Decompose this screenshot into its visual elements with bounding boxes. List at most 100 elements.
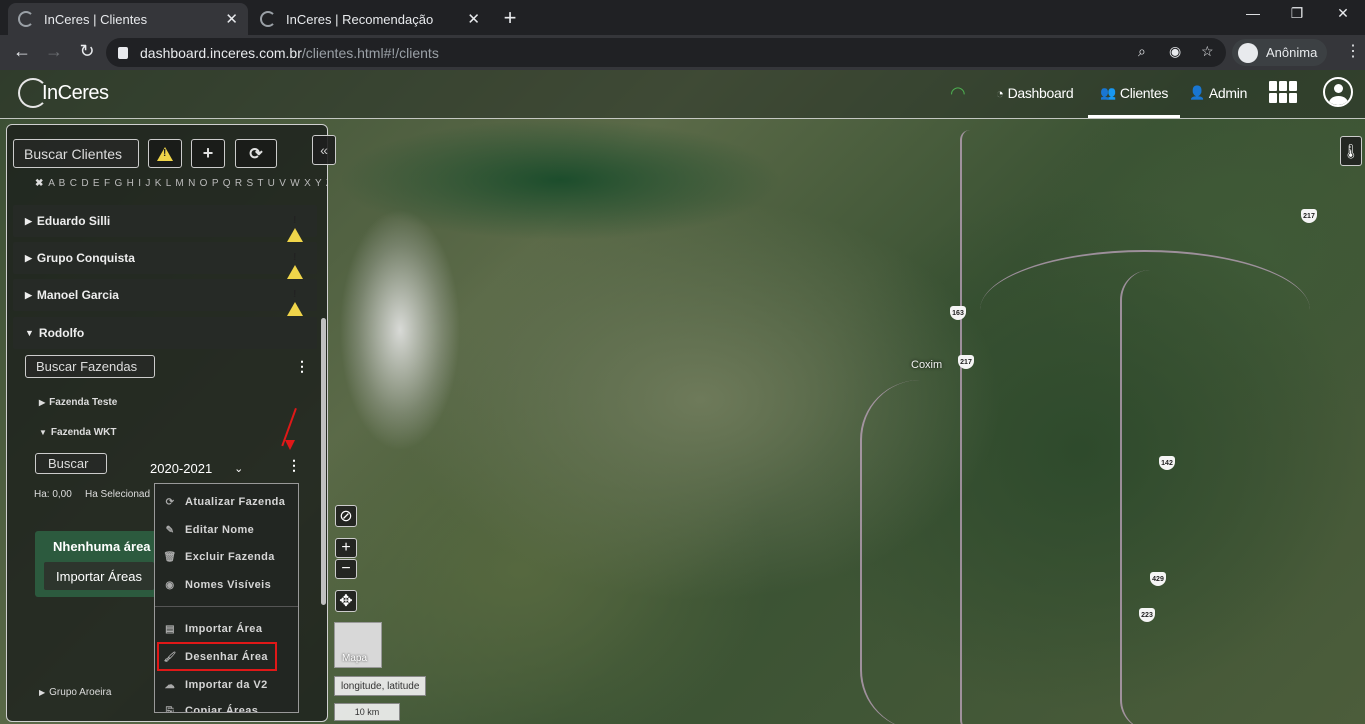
nav-clientes-label: Clientes [1119,85,1169,101]
logo-text: InCeres [42,81,109,104]
browser-tab-recomendacao[interactable]: InCeres | Recomendação ✕ [250,3,490,35]
warning-filter-button[interactable] [148,139,182,168]
eye-off-icon[interactable]: ◉ [1169,43,1181,60]
alphabet-filter[interactable]: ✖ A B C D E F G H I J K L M N O P Q R S T… [35,178,327,189]
sidebar-scrollbar[interactable] [321,318,326,605]
add-client-button[interactable]: + [191,139,225,168]
reload-icon[interactable]: ↻ [76,41,98,62]
farm-name: Fazenda WKT [50,427,117,438]
minimize-window-button[interactable]: — [1238,5,1268,21]
season-value: 2020-2021 [150,461,213,476]
menu-item-editar-nome[interactable]: ✎ Editar Nome [155,519,298,541]
menu-item-nomes-visiveis[interactable]: ◉ Nomes Visíveis [155,574,298,596]
menu-item-label: Nomes Visíveis [185,579,272,591]
menu-divider [155,606,298,607]
nav-clientes[interactable]: 👥 Clientes [1087,85,1181,118]
client-warning [287,251,303,279]
close-tab-icon[interactable]: ✕ [467,10,480,28]
menu-item-atualizar-fazenda[interactable]: ⟳ Atualizar Fazenda [155,491,298,513]
client-row[interactable]: ▶ Eduardo Silli [13,205,317,242]
wifi-status-icon: ◠ [950,83,966,103]
client-row[interactable]: ▶ Grupo Conquista [13,242,317,279]
import-areas-button[interactable]: Importar Áreas [44,562,154,590]
coordinates-readout: longitude, latitude [334,676,427,696]
alphabet-letters[interactable]: A B C D E F G H I J K L M N O P Q R S T … [48,178,327,189]
back-arrow-icon[interactable]: ← [11,41,33,62]
desenhar-area-highlight [157,642,277,671]
menu-item-label: Excluir Fazenda [185,551,275,563]
clear-filter-icon[interactable]: ✖ [35,178,44,189]
map-road [980,250,1310,370]
client-row[interactable]: ▶ Grupo Aroeira [39,687,111,698]
basemap-toggle[interactable]: Mapa [334,622,382,668]
browser-menu-icon[interactable]: ⋮ [1345,41,1361,61]
apps-grid-icon[interactable] [1269,81,1297,103]
tab-title: InCeres | Recomendação [286,11,434,27]
file-import-icon: ▤ [165,623,175,635]
zoom-search-icon[interactable]: ⌕ [1138,43,1146,60]
close-window-button[interactable]: ✕ [1328,5,1358,22]
inceres-favicon-icon [260,11,276,27]
compass-reset-button[interactable]: ⊘ [335,505,357,527]
url-path: /clientes.html#!/clients [301,44,439,61]
nav-admin[interactable]: 👤 Admin [1189,85,1247,101]
caret-right-icon: ▶ [25,215,32,226]
warning-icon [287,214,303,242]
season-select[interactable]: 2020-2021 ⌄ [150,461,243,476]
client-name: Manoel Garcia [36,288,119,302]
close-tab-icon[interactable]: ✕ [225,10,238,28]
caret-right-icon: ▶ [25,289,32,300]
client-name: Eduardo Silli [36,214,111,228]
nav-dashboard[interactable]: ◔ Dashboard [996,85,1074,101]
collapse-sidebar-button[interactable]: « [312,135,336,165]
menu-item-label: Importar Área [185,623,263,635]
farm-row-expanded[interactable]: ▼ Fazenda WKT [39,427,116,438]
refresh-icon: ⟳ [249,145,263,163]
menu-item-label: Copiar Áreas [185,705,259,713]
warning-icon [287,288,303,316]
dashboard-gauge-icon: ◔ [996,85,1004,101]
zoom-out-button[interactable]: − [335,559,357,579]
new-tab-button[interactable]: + [498,5,522,31]
refresh-clients-button[interactable]: ⟳ [235,139,277,168]
client-name: Grupo Conquista [36,251,135,265]
inceres-logo[interactable]: InCeres [18,78,109,108]
thermometer-icon[interactable]: 🌡 [1340,136,1362,166]
menu-item-importar-v2[interactable]: ☁ Importar da V2 [155,674,298,696]
farm-name: Fazenda Teste [49,397,118,408]
search-farms-input[interactable]: Buscar Fazendas [25,355,155,378]
pan-move-button[interactable]: ✥ [335,590,357,612]
farm-options-kebab-icon[interactable]: ⋮ [287,457,301,474]
caret-down-icon: ▼ [25,328,34,338]
app-header: InCeres ◠ ◔ Dashboard 👥 Clientes 👤 Admin [0,70,1365,119]
zoom-in-button[interactable]: + [335,538,357,558]
tab-title: InCeres | Clientes [44,11,148,27]
browser-tab-clientes[interactable]: InCeres | Clientes ✕ [8,3,248,35]
lock-icon [118,46,128,59]
menu-item-label: Importar da V2 [185,679,268,691]
menu-item-excluir-fazenda[interactable]: 🗑 Excluir Fazenda [155,546,298,568]
client-options-kebab-icon[interactable]: ⋮ [295,358,309,375]
forward-arrow-icon[interactable]: → [43,41,65,62]
client-name: Rodolfo [38,326,85,340]
star-bookmark-icon[interactable]: ☆ [1201,43,1214,60]
address-bar[interactable]: dashboard.inceres.com.br/clientes.html#!… [106,38,1226,67]
caret-right-icon: ▶ [25,252,32,263]
trash-icon: 🗑 [163,551,177,563]
menu-item-copiar-areas[interactable]: ⎘ Copiar Áreas [155,700,298,713]
user-avatar-icon[interactable] [1323,77,1353,107]
farm-row[interactable]: ▶ Fazenda Teste [39,397,117,408]
incognito-profile-button[interactable]: Anônima [1232,39,1328,66]
menu-item-label: Editar Nome [185,524,255,536]
search-clients-input[interactable]: Buscar Clientes [13,139,139,168]
client-row[interactable]: ▶ Manoel Garcia [13,279,317,316]
nav-dashboard-label: Dashboard [1007,85,1074,101]
client-warning [287,214,303,242]
client-row-expanded[interactable]: ▼ Rodolfo [13,317,317,349]
restore-window-button[interactable]: ❐ [1282,5,1312,22]
search-areas-button[interactable]: Buscar [35,453,107,474]
menu-item-importar-area[interactable]: ▤ Importar Área [155,618,298,640]
client-warning [287,288,303,316]
plus-icon: + [202,143,214,163]
copy-icon: ⎘ [165,705,175,713]
